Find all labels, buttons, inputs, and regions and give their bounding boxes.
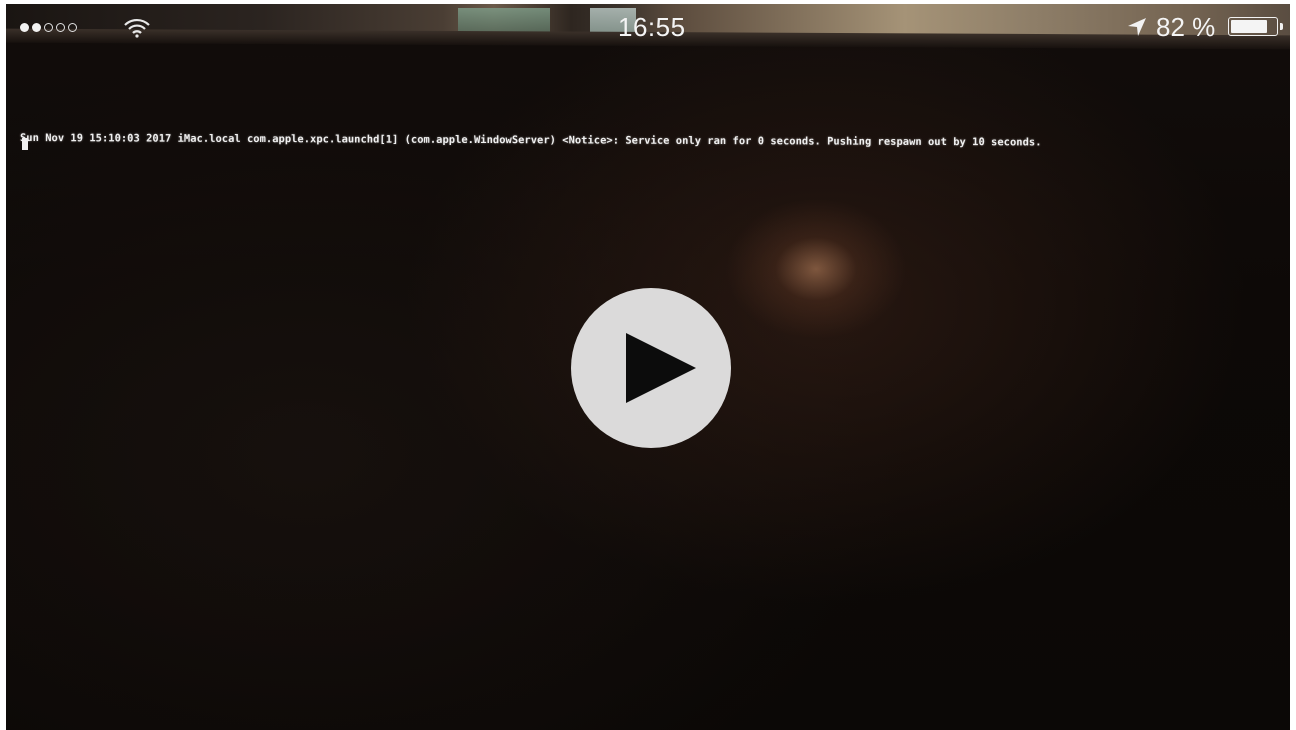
location-arrow-icon <box>1128 18 1146 36</box>
status-time: 16:55 <box>618 12 686 42</box>
play-icon <box>626 333 696 403</box>
signal-dot <box>32 23 41 32</box>
battery-cap <box>1280 23 1283 30</box>
status-bar: 16:55 82 % <box>6 4 1290 42</box>
battery-icon <box>1228 17 1278 36</box>
play-button[interactable] <box>571 288 731 448</box>
battery-percentage: 82 % <box>1156 12 1216 42</box>
battery-level <box>1231 20 1268 33</box>
signal-dot <box>56 23 65 32</box>
signal-dot <box>20 23 29 32</box>
wifi-icon <box>124 18 150 38</box>
signal-dot <box>68 23 77 32</box>
console-cursor <box>22 138 28 150</box>
video-frame[interactable]: 16:55 82 % Sun Nov 19 15:10:03 2017 iMac… <box>6 4 1290 730</box>
signal-strength-icon <box>20 23 77 32</box>
signal-dot <box>44 23 53 32</box>
